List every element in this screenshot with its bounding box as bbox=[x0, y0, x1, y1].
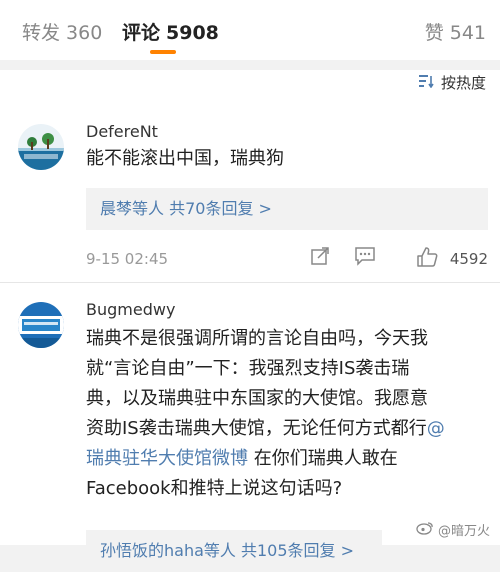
share-icon[interactable] bbox=[310, 246, 330, 270]
sort-by-hot-button[interactable]: 按热度 bbox=[418, 72, 486, 93]
comment-text-line: 瑞典驻华大使馆微博 在你们瑞典人敢在 bbox=[86, 444, 488, 474]
mention-link[interactable]: 瑞典驻华大使馆微博 bbox=[86, 448, 248, 469]
comment-text-line: Facebook和推特上说这句话吗? bbox=[86, 478, 343, 499]
tab-like[interactable]: 赞 541 bbox=[425, 18, 486, 45]
watermark: @暗万火 bbox=[416, 520, 490, 539]
comment-text: 瑞典不是很强调所谓的言论自由吗，今天我 就“言论自由”一下：我强烈支持IS袭击瑞… bbox=[86, 324, 488, 504]
tab-repost-label: 转发 bbox=[22, 22, 61, 44]
comment-text: 能不能滚出中国，瑞典狗 bbox=[86, 148, 284, 169]
sort-list-icon bbox=[418, 74, 441, 92]
reply-summary-text: 孙悟饭的haha等人 共105条回复 > bbox=[100, 541, 355, 560]
reply-summary[interactable]: 晨棽等人 共70条回复 > bbox=[86, 188, 488, 230]
comment-text-fragment: 资助IS袭击瑞典大使馆，无论任何方式都行 bbox=[86, 418, 427, 439]
username[interactable]: Bugmedwy bbox=[86, 300, 175, 319]
comment-tab-bar: 转发 360 评论 5908 赞 541 bbox=[0, 0, 500, 60]
weibo-logo-icon bbox=[416, 521, 438, 539]
tab-comment-count: 5908 bbox=[166, 22, 219, 44]
comment-text-line: 瑞典不是很强调所谓的言论自由吗，今天我 bbox=[86, 328, 428, 349]
comment-text-fragment: 在你们瑞典人敢在 bbox=[248, 448, 398, 469]
comment-time: 9-15 02:45 bbox=[86, 250, 169, 268]
avatar[interactable] bbox=[18, 302, 64, 348]
comment-text-line: 典，以及瑞典驻中东国家的大使馆。我愿意 bbox=[86, 388, 428, 409]
tab-repost[interactable]: 转发 360 bbox=[22, 18, 102, 45]
comment-feed: 按热度 DefereNt 能不能滚出中国，瑞典狗 晨棽等人 共70条回复 > 9… bbox=[0, 70, 500, 572]
watermark-text: @暗万火 bbox=[437, 524, 490, 539]
sort-label: 按热度 bbox=[440, 74, 486, 92]
tab-like-count: 541 bbox=[449, 22, 486, 44]
reply-icon[interactable] bbox=[354, 246, 376, 270]
tab-repost-count: 360 bbox=[66, 22, 103, 44]
like-count: 4592 bbox=[449, 250, 488, 268]
tab-comment[interactable]: 评论 5908 bbox=[122, 18, 219, 45]
reply-summary[interactable]: 孙悟饭的haha等人 共105条回复 > bbox=[86, 530, 382, 572]
avatar[interactable] bbox=[18, 124, 64, 170]
comment-text-line: 资助IS袭击瑞典大使馆，无论任何方式都行@ bbox=[86, 414, 488, 444]
thumbs-up-icon[interactable] bbox=[416, 246, 438, 272]
divider bbox=[0, 282, 500, 283]
tab-like-label: 赞 bbox=[424, 22, 444, 44]
tab-comment-label: 评论 bbox=[122, 22, 161, 44]
username[interactable]: DefereNt bbox=[86, 122, 158, 141]
comment-meta: 9-15 02:45 4592 bbox=[86, 244, 488, 274]
active-tab-indicator bbox=[150, 50, 176, 54]
reply-summary-text: 晨棽等人 共70条回复 > bbox=[100, 199, 272, 218]
comment-text-line: 就“言论自由”一下：我强烈支持IS袭击瑞 bbox=[86, 358, 410, 379]
section-gap bbox=[0, 60, 500, 70]
mention-at-sign[interactable]: @ bbox=[427, 418, 445, 439]
